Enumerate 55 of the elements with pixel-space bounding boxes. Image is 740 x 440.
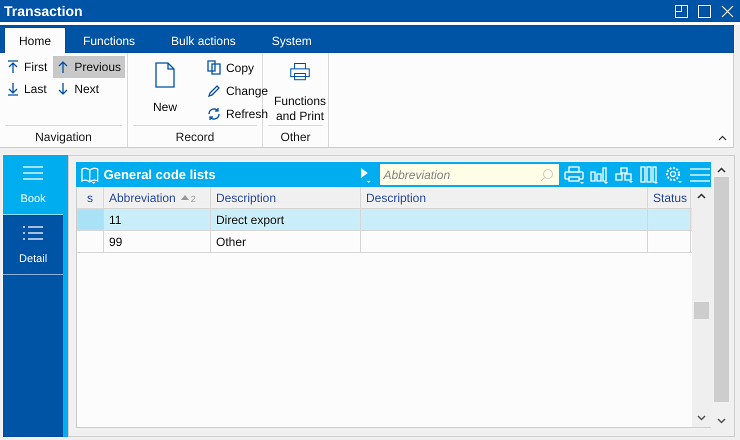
ribbon-button[interactable]: Last [3, 78, 52, 100]
scroll-thumb[interactable] [714, 177, 729, 402]
tab[interactable]: System [254, 28, 330, 53]
sort-arrow-icon [180, 195, 189, 200]
table-cell-text: Other [216, 234, 246, 250]
table-cell-text: 99 [109, 234, 122, 250]
arrow-up-icon [7, 60, 19, 74]
window-title: Transaction [4, 2, 83, 20]
ribbon-button[interactable]: Previous [53, 56, 126, 78]
scroll-down-icon[interactable] [697, 415, 706, 421]
ribbon-button[interactable]: New [131, 56, 199, 124]
maximize-icon[interactable] [698, 4, 711, 18]
ribbon-button[interactable]: Next [53, 78, 126, 100]
scroll-up-icon[interactable] [717, 167, 726, 173]
play-icon[interactable] [358, 166, 372, 184]
ribbon-button[interactable]: First [3, 56, 52, 78]
group-label: Navigation [35, 128, 92, 146]
menu-icon[interactable] [689, 166, 711, 184]
column-header[interactable]: Abbreviation 2 [104, 187, 211, 208]
copy-icon [207, 60, 221, 75]
tab[interactable]: Functions [65, 28, 154, 53]
list-title: General code lists [104, 166, 217, 184]
table-cell-text: Direct export [216, 212, 284, 228]
table-row[interactable]: 11 Direct export [77, 209, 692, 231]
book-icon[interactable] [80, 166, 100, 184]
columns-icon[interactable] [639, 166, 659, 184]
column-header[interactable]: Description [211, 187, 361, 208]
restore-icon[interactable] [675, 4, 688, 18]
group-label: Record [176, 128, 214, 146]
arrow-down-icon [7, 82, 19, 96]
table-row[interactable]: 99 Other [77, 231, 692, 253]
table-cell-text: 11 [109, 212, 122, 228]
column-header[interactable]: Status [648, 187, 691, 208]
menu-icon [22, 225, 44, 241]
tab[interactable]: Bulk actions [153, 28, 254, 53]
menu-icon [22, 165, 44, 181]
pencil-icon [207, 84, 221, 98]
arrow-down-icon [57, 82, 70, 96]
search-icon[interactable] [540, 168, 554, 182]
scroll-up-icon[interactable] [697, 193, 706, 199]
group-label: Other [280, 128, 310, 146]
column-header[interactable]: s [77, 187, 104, 208]
column-header[interactable]: Description [361, 187, 648, 208]
tab[interactable]: Home [5, 28, 66, 53]
gear-icon[interactable] [664, 166, 684, 184]
refresh-icon [207, 106, 221, 120]
document-icon [155, 62, 175, 88]
printer-icon[interactable] [564, 166, 584, 184]
close-icon[interactable] [721, 4, 734, 18]
cubes-icon[interactable] [614, 166, 634, 184]
collapse-icon[interactable] [718, 135, 727, 141]
scroll-thumb[interactable] [694, 302, 709, 319]
bar-chart-icon[interactable] [589, 166, 609, 184]
arrow-up-icon [57, 60, 70, 74]
scroll-down-icon[interactable] [717, 418, 726, 424]
